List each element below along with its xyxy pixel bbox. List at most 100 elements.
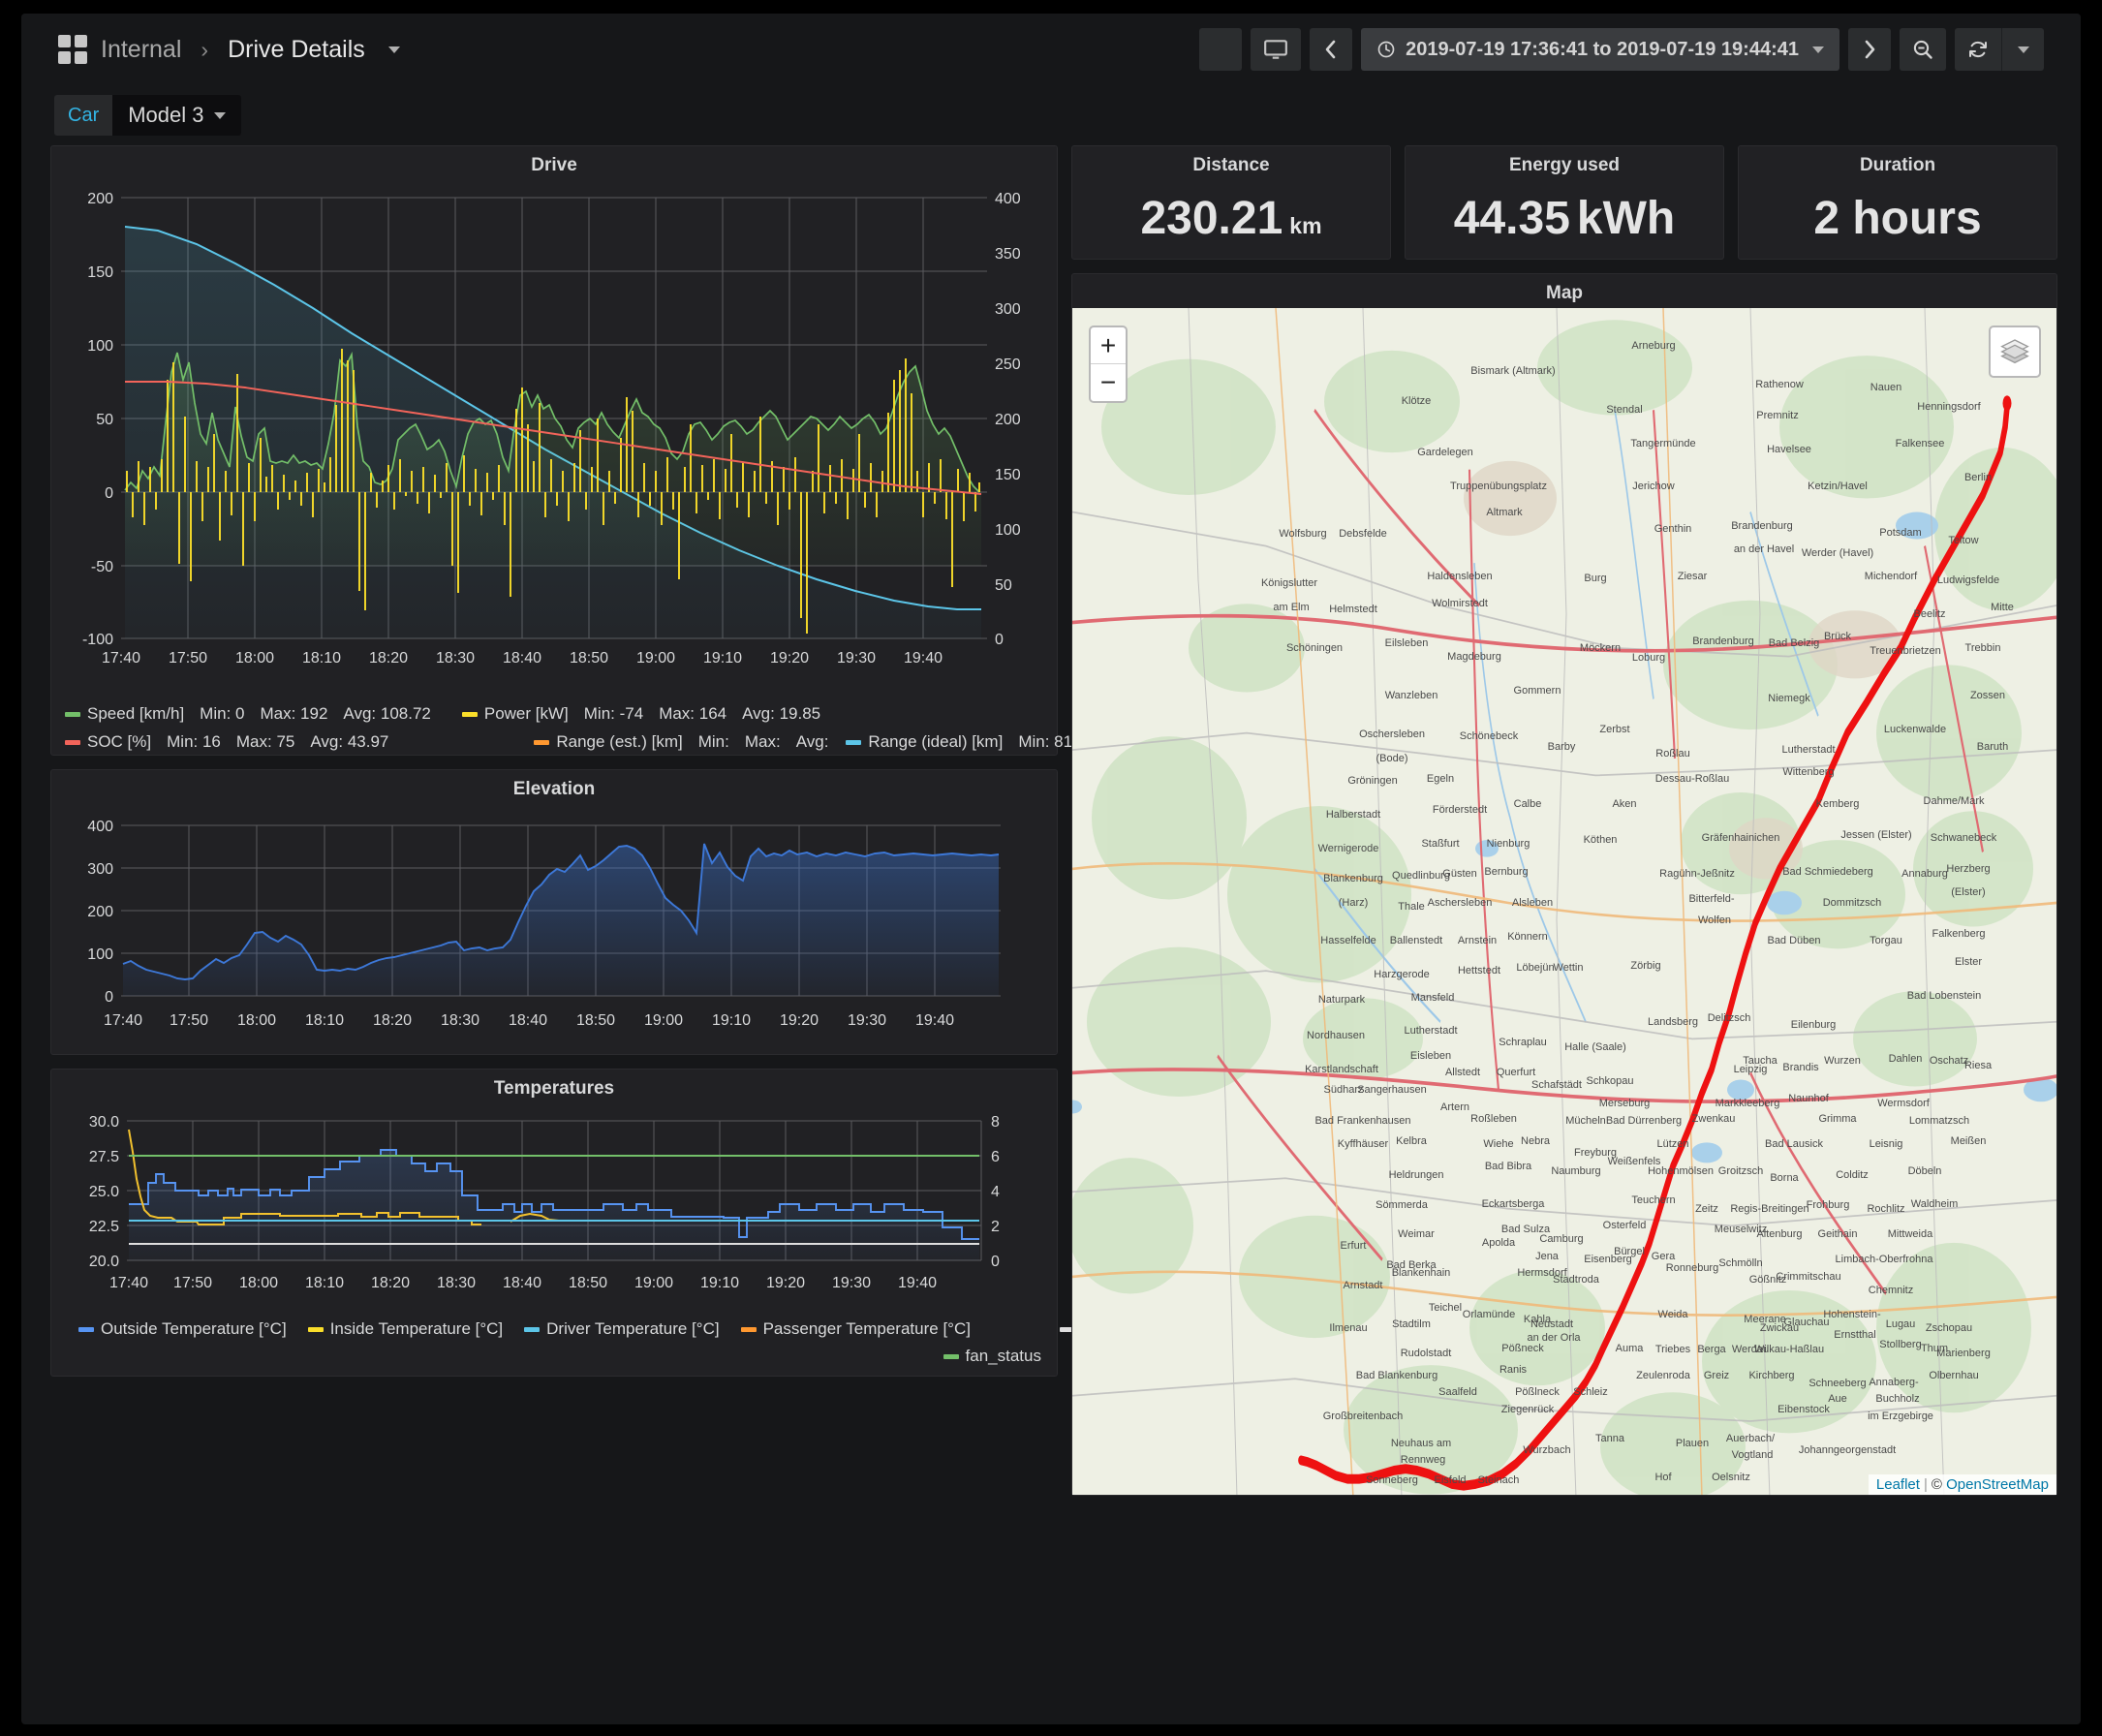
- map-canvas[interactable]: Bismark (Altmark) Arneburg Rathenow Nauen Kl…: [1072, 308, 2056, 1495]
- legend-label-driver-temp: Driver Temperature [°C]: [546, 1319, 720, 1338]
- drive-legend-row-2: SOC [%] Min: 16 Max: 75 Avg: 43.97 Range…: [65, 732, 1236, 752]
- zoom-out-button[interactable]: [1900, 28, 1946, 71]
- panel-temperatures-graph[interactable]: 30.0 27.5 25.0 22.5 20.0 8 6 4 2 0 17:40 17:5…: [51, 1103, 1057, 1314]
- panel-elevation-graph[interactable]: 400 300 200 100 0 17:40 17:50 18:00 18:10 18…: [51, 804, 1057, 1059]
- legend-item-passenger-temp[interactable]: Passenger Temperature [°C]: [740, 1319, 971, 1339]
- chevron-left-icon: [1325, 40, 1336, 59]
- svg-text:18:20: 18:20: [373, 1012, 412, 1029]
- stats-row: Distance 230.21 km Energy used 44.35 kWh…: [1071, 145, 2057, 260]
- legend-item-inside-temp[interactable]: Inside Temperature [°C]: [307, 1319, 504, 1339]
- grid-logo-icon[interactable]: [58, 35, 87, 64]
- panel-map-title: Map: [1546, 283, 1583, 303]
- legend-soc-avg: 43.97: [347, 732, 389, 751]
- panel-temperatures: Temperatures 30.0 27.5 25.0 22.5 20.0 8 …: [50, 1069, 1183, 1377]
- map-zoom-in-button[interactable]: +: [1091, 327, 1126, 364]
- stat-distance-title: Distance: [1192, 155, 1270, 175]
- svg-text:300: 300: [87, 861, 113, 878]
- svg-text:18:20: 18:20: [369, 650, 408, 666]
- svg-text:19:40: 19:40: [898, 1275, 937, 1291]
- svg-text:0: 0: [105, 485, 113, 502]
- stat-distance[interactable]: Distance 230.21 km: [1071, 145, 1391, 260]
- legend-item-driver-temp[interactable]: Driver Temperature [°C]: [524, 1319, 720, 1339]
- time-range-caret-icon: [1812, 46, 1824, 53]
- drive-legend-row-1: Speed [km/h] Min: 0 Max: 192 Avg: 108.72…: [65, 704, 1057, 724]
- chevron-down-icon[interactable]: [387, 46, 400, 53]
- legend-range-ideal-min: 81: [1054, 732, 1073, 751]
- legend-swatch-range-ideal: [846, 739, 862, 745]
- variable-car-value: Model 3: [128, 103, 204, 127]
- panel-temperatures-title: Temperatures: [493, 1078, 615, 1099]
- svg-text:18:20: 18:20: [371, 1275, 410, 1291]
- legend-soc-max: 75: [276, 732, 295, 751]
- time-shift-back-button[interactable]: [1310, 28, 1353, 71]
- svg-text:18:10: 18:10: [305, 1012, 344, 1029]
- legend-speed-max: 192: [300, 704, 328, 723]
- elevation-y-axis: 400 300 200 100 0: [87, 819, 113, 1006]
- svg-text:19:10: 19:10: [712, 1012, 751, 1029]
- panel-drive-graph[interactable]: 200 150 100 50 0 -50 -100 400 350 300 250 200…: [51, 180, 1057, 698]
- svg-text:4: 4: [991, 1184, 1000, 1200]
- variable-car-select[interactable]: Model 3: [112, 95, 241, 136]
- legend-item-outside-temp[interactable]: Outside Temperature [°C]: [78, 1319, 287, 1339]
- legend-swatch-fan-status: [943, 1353, 959, 1359]
- svg-text:17:50: 17:50: [173, 1275, 212, 1291]
- legend-swatch-inside-temp: [307, 1326, 324, 1332]
- drive-x-axis: 17:40 17:50 18:00 18:10 18:20 18:30 18:40 18…: [102, 650, 943, 666]
- panel-elevation-title: Elevation: [512, 779, 596, 799]
- drive-chart-svg: 200 150 100 50 0 -50 -100 400 350 300 250 200…: [82, 191, 1021, 666]
- refresh-button[interactable]: [1955, 28, 2001, 71]
- svg-text:18:50: 18:50: [570, 650, 608, 666]
- map-layers-button[interactable]: [1989, 326, 2041, 378]
- legend-label-range-est: Range (est.) [km]: [556, 732, 683, 751]
- stat-duration[interactable]: Duration 2 hours: [1738, 145, 2057, 260]
- layers-icon: [2000, 339, 2029, 364]
- temperatures-chart-svg: 30.0 27.5 25.0 22.5 20.0 8 6 4 2 0 17:40 17:5…: [89, 1114, 1000, 1291]
- time-range-picker[interactable]: 2019-07-19 17:36:41 to 2019-07-19 19:44:…: [1361, 28, 1839, 71]
- breadcrumb-dashboard-title[interactable]: Drive Details: [228, 36, 365, 64]
- stat-distance-value: 230.21 km: [1140, 192, 1321, 245]
- legend-label-range-ideal: Range (ideal) [km]: [868, 732, 1004, 751]
- drive-right-axis: 400 350 300 250 200 150 100 50 0: [995, 191, 1021, 648]
- legend-item-speed[interactable]: Speed [km/h] Min: 0 Max: 192 Avg: 108.72: [65, 704, 431, 724]
- legend-item-power[interactable]: Power [kW] Min: -74 Max: 164 Avg: 19.85: [461, 704, 821, 724]
- svg-text:17:40: 17:40: [104, 1012, 142, 1029]
- stat-duration-number: 2 hours: [1813, 193, 1982, 244]
- legend-item-fan-status[interactable]: fan_status: [943, 1347, 1041, 1366]
- svg-text:6: 6: [991, 1149, 1000, 1165]
- legend-swatch-passenger-temp: [740, 1326, 757, 1332]
- stat-distance-number: 230.21: [1140, 193, 1283, 244]
- dashboard-grid: Drive 200 150 100 50 0 -50 -100 400 350 …: [21, 145, 2081, 1496]
- svg-text:18:40: 18:40: [503, 1275, 541, 1291]
- svg-text:0: 0: [991, 1254, 1000, 1270]
- toolbar-spacer-button[interactable]: [1199, 28, 1243, 71]
- legend-swatch-speed: [65, 711, 80, 717]
- refresh-interval-dropdown[interactable]: [2001, 28, 2044, 71]
- legend-label-inside-temp: Inside Temperature [°C]: [329, 1319, 504, 1338]
- grafana-dashboard: Internal › Drive Details 2019-07-19 17:3…: [21, 14, 2081, 1724]
- stat-energy-used-value: 44.35 kWh: [1454, 192, 1675, 245]
- svg-text:25.0: 25.0: [89, 1184, 119, 1200]
- legend-power-avg: 19.85: [779, 704, 821, 723]
- stat-energy-used[interactable]: Energy used 44.35 kWh: [1405, 145, 1724, 260]
- svg-text:100: 100: [995, 522, 1021, 539]
- svg-text:400: 400: [87, 819, 113, 835]
- legend-label-outside-temp: Outside Temperature [°C]: [101, 1319, 287, 1338]
- legend-item-range-est[interactable]: Range (est.) [km] Min: Max: Avg:: [534, 732, 828, 752]
- map-zoom-out-button[interactable]: −: [1091, 364, 1126, 401]
- breadcrumb-org[interactable]: Internal: [101, 36, 181, 64]
- svg-text:18:10: 18:10: [302, 650, 341, 666]
- svg-text:-100: -100: [82, 632, 113, 648]
- legend-item-soc[interactable]: SOC [%] Min: 16 Max: 75 Avg: 43.97: [65, 732, 388, 752]
- map-zoom-controls: + −: [1089, 326, 1128, 403]
- map-attribution: Leaflet | © OpenStreetMap: [1868, 1474, 2056, 1495]
- map-attribution-osm-link[interactable]: OpenStreetMap: [1946, 1476, 2049, 1493]
- variable-car-label: Car: [54, 95, 113, 136]
- svg-text:400: 400: [995, 191, 1021, 207]
- svg-text:250: 250: [995, 356, 1021, 373]
- svg-text:19:10: 19:10: [703, 650, 742, 666]
- panel-elevation: Elevation 400 300 200 100 0 17:40 17:50 …: [50, 769, 1058, 1055]
- clock-icon: [1377, 41, 1395, 58]
- stat-distance-unit: km: [1289, 213, 1322, 238]
- time-shift-forward-button[interactable]: [1848, 28, 1891, 71]
- tv-mode-button[interactable]: [1251, 28, 1302, 71]
